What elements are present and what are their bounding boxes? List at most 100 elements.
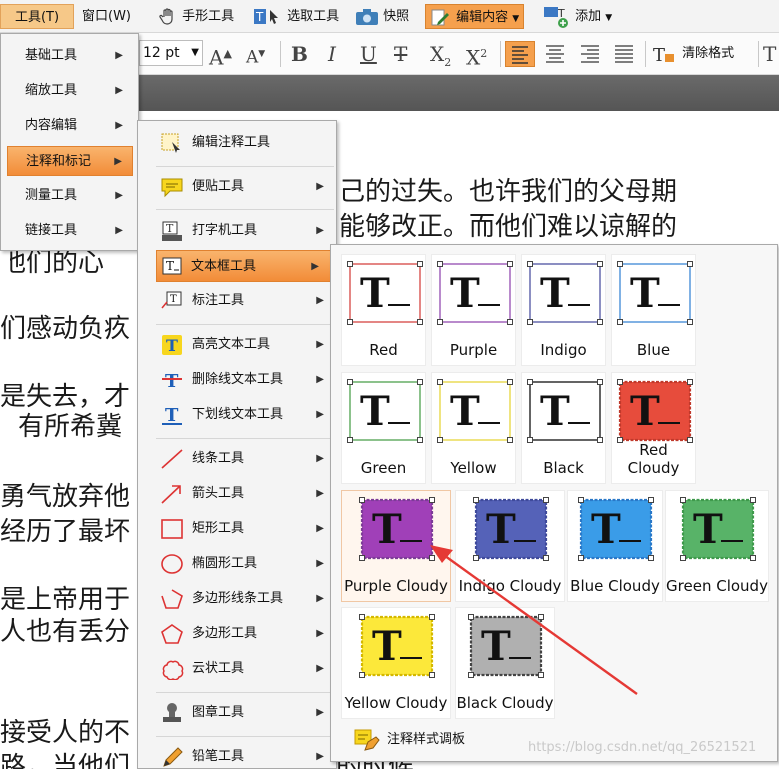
textbox-style-indigo-cloudy[interactable]: T Indigo Cloudy [455, 490, 565, 602]
menu-item-polygon[interactable]: 多边形工具 ▶ [140, 618, 336, 650]
textbox-style-blue[interactable]: T Blue [611, 254, 696, 366]
clear-format-button[interactable]: T 清除格式 [652, 41, 734, 67]
menu-item-link-tools[interactable]: 链接工具 ▶ [7, 216, 133, 246]
textbox-style-yellow-cloudy[interactable]: T Yellow Cloudy [341, 607, 451, 719]
svg-text:T: T [540, 388, 570, 435]
tools-menu[interactable]: 工具(T) [0, 4, 74, 29]
menu-item-polyline[interactable]: 多边形线条工具 ▶ [140, 583, 336, 615]
textbox-style-yellow[interactable]: T Yellow [431, 372, 516, 484]
tools-dropdown-menu: 基础工具 ▶ 缩放工具 ▶ 内容编辑 ▶ 注释和标记 ▶ 测量工具 ▶ 链接工具 ▶ [0, 33, 139, 251]
menu-item-strikethrough-text[interactable]: T 删除线文本工具 ▶ [140, 364, 336, 396]
textbox-preview-icon: T [359, 614, 435, 678]
menu-item-arrow[interactable]: 箭头工具 ▶ [140, 478, 336, 510]
select-text-icon: T [254, 8, 278, 24]
menu-item-highlight-text[interactable]: T 高亮文本工具 ▶ [140, 329, 336, 361]
superscript-button[interactable]: X2 [466, 41, 487, 70]
edit-content-button[interactable]: 编辑内容 ▼ [425, 4, 525, 29]
superscript-label: X [466, 45, 481, 70]
menu-item-typewriter[interactable]: T 打字机工具 ▶ [140, 215, 336, 247]
menu-item-textbox[interactable]: T 文本框工具 ▶ [156, 250, 332, 282]
textbox-style-black[interactable]: T Black [521, 372, 606, 484]
snapshot-button[interactable]: 快照 [355, 4, 409, 29]
subscript-button[interactable]: X2 [430, 41, 451, 69]
rectangle-icon [161, 519, 183, 539]
shrink-font-button[interactable]: A▼ [246, 41, 265, 68]
svg-text:T: T [450, 388, 480, 435]
menu-item-label: 多边形线条工具 [192, 591, 284, 606]
menu-item-line[interactable]: 线条工具 ▶ [140, 443, 336, 475]
menu-divider [156, 736, 334, 737]
bold-button[interactable]: B [291, 41, 308, 67]
align-center-button[interactable] [541, 41, 571, 67]
font-size-select[interactable]: 12 pt ▼ [139, 40, 203, 66]
menu-item-callout[interactable]: T 标注工具 ▶ [140, 285, 336, 317]
menu-item-annotate-markup[interactable]: 注释和标记 ▶ [7, 146, 133, 176]
textbox-style-indigo[interactable]: T Indigo [521, 254, 606, 366]
menu-item-zoom-tools[interactable]: 缩放工具 ▶ [7, 76, 133, 106]
italic-button[interactable]: I [328, 41, 336, 67]
textbox-preview-icon: T [617, 379, 693, 443]
textbox-style-purple[interactable]: T Purple [431, 254, 516, 366]
textbox-style-label: Green [360, 459, 407, 477]
menu-item-cloud[interactable]: 云状工具 ▶ [140, 653, 336, 685]
menu-item-sticky-note[interactable]: 便贴工具 ▶ [140, 171, 336, 203]
textbox-preview-icon: T [680, 497, 756, 561]
menu-item-stamp[interactable]: 图章工具 ▶ [140, 697, 336, 729]
menu-divider [156, 166, 334, 167]
edit-content-label: 编辑内容 [456, 10, 509, 25]
justify-button[interactable] [610, 41, 640, 67]
menu-item-label: 便贴工具 [192, 179, 245, 194]
menu-item-underline-text[interactable]: T 下划线文本工具 ▶ [140, 399, 336, 431]
textbox-preview-icon: T [473, 497, 549, 561]
textbox-style-black-cloudy[interactable]: T Black Cloudy [455, 607, 555, 719]
textbox-style-green-cloudy[interactable]: T Green Cloudy [665, 490, 769, 602]
snapshot-label: 快照 [383, 9, 410, 24]
svg-text:T: T [557, 7, 565, 20]
align-right-button[interactable] [576, 41, 606, 67]
textbox-style-green[interactable]: T Green [341, 372, 426, 484]
chevron-right-icon: ▶ [316, 593, 324, 604]
menu-item-rectangle[interactable]: 矩形工具 ▶ [140, 513, 336, 545]
document-line: 经历了最坏 [0, 517, 131, 547]
textbox-style-blue-cloudy[interactable]: T Blue Cloudy [567, 490, 663, 602]
menu-item-label: 基础工具 [25, 48, 78, 63]
svg-text:T: T [653, 45, 665, 65]
menu-item-edit-annotation[interactable]: 编辑注释工具 [140, 127, 336, 159]
textbox-style-label: Green Cloudy [666, 577, 768, 595]
menu-item-label: 标注工具 [192, 293, 245, 308]
hand-tool-button[interactable]: 手形工具 [158, 4, 234, 29]
chevron-right-icon: ▶ [115, 85, 123, 96]
menu-item-ellipse[interactable]: 椭圆形工具 ▶ [140, 548, 336, 580]
grow-font-button[interactable]: A▲ [209, 41, 232, 70]
overflow-format-button[interactable]: T [763, 41, 776, 67]
menu-item-content-edit[interactable]: 内容编辑 ▶ [7, 111, 133, 141]
ellipse-icon [161, 554, 183, 574]
menu-item-label: 删除线文本工具 [192, 372, 284, 387]
strikethrough-button[interactable]: T [394, 41, 407, 67]
chevron-right-icon: ▶ [316, 488, 324, 499]
menu-item-label: 椭圆形工具 [192, 556, 258, 571]
menu-item-measure-tools[interactable]: 测量工具 ▶ [7, 181, 133, 211]
typewriter-icon: T [162, 221, 182, 241]
underline-button[interactable]: U [360, 41, 377, 67]
menu-item-label: 图章工具 [192, 705, 245, 720]
window-menu[interactable]: 窗口(W) [82, 4, 131, 29]
annotation-style-palette-button[interactable]: 注释样式调板 [353, 725, 465, 755]
menu-item-label: 下划线文本工具 [192, 407, 284, 422]
menu-item-label: 注释和标记 [26, 154, 92, 169]
add-button[interactable]: T 添加 ▼ [543, 4, 612, 29]
annotate-submenu: 编辑注释工具 便贴工具 ▶ T 打字机工具 ▶ T 文本框工具 ▶ T 标注工具 ▶ T… [137, 120, 337, 769]
select-tool-button[interactable]: T 选取工具 [253, 4, 339, 29]
svg-text:T: T [630, 270, 660, 317]
menu-item-basic-tools[interactable]: 基础工具 ▶ [7, 41, 133, 71]
chevron-right-icon: ▶ [115, 225, 123, 236]
document-line: 是失去，才 [0, 382, 131, 412]
menu-item-pencil[interactable]: 铅笔工具 ▶ [140, 741, 336, 769]
menu-item-label: 内容编辑 [25, 118, 78, 133]
align-left-button[interactable] [505, 41, 535, 67]
sticky-note-icon [161, 178, 183, 198]
textbox-style-red[interactable]: T Red [341, 254, 426, 366]
textbox-style-red-cloudy[interactable]: T Red Cloudy [611, 372, 696, 484]
menu-item-label: 缩放工具 [25, 83, 78, 98]
textbox-style-purple-cloudy[interactable]: T Purple Cloudy [341, 490, 451, 602]
